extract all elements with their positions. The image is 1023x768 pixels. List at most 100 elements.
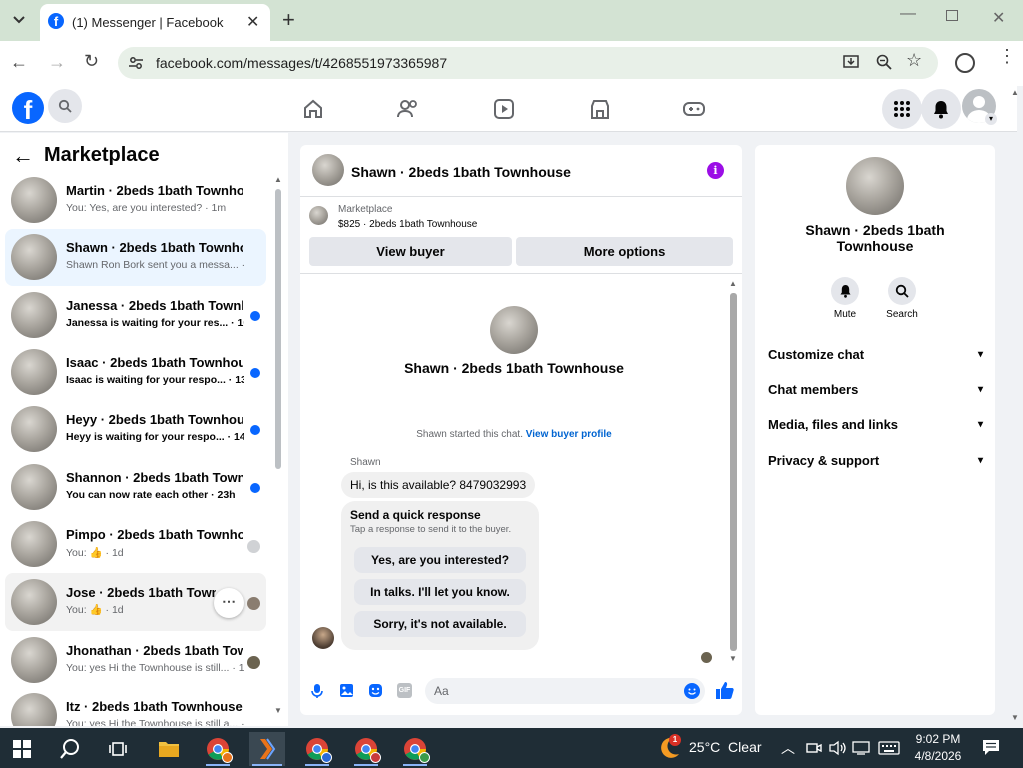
message-input[interactable]: Aa bbox=[425, 678, 705, 704]
gaming-icon[interactable] bbox=[682, 99, 706, 119]
clock[interactable]: 9:02 PM 4/8/2026 bbox=[905, 731, 971, 765]
weather-text[interactable]: 25°C Clear bbox=[689, 739, 762, 755]
more-options-icon[interactable]: ⋯ bbox=[214, 588, 244, 618]
home-icon[interactable] bbox=[302, 98, 324, 120]
network-icon[interactable] bbox=[852, 740, 870, 756]
section-label: Chat members bbox=[768, 382, 859, 397]
menu-dots-icon[interactable]: ⋮ bbox=[998, 47, 1016, 65]
friends-icon[interactable] bbox=[396, 98, 420, 120]
more-options-button[interactable]: More options bbox=[516, 237, 733, 266]
list-scrollbar[interactable]: ▲ ▼ bbox=[274, 175, 282, 715]
listing-price[interactable]: $825 · 2beds 1bath Townhouse bbox=[338, 219, 477, 230]
windows-start-icon[interactable] bbox=[4, 732, 40, 766]
conversation-item[interactable]: Pimpo · 2beds 1bath Townho... You: 👍 · 1… bbox=[5, 519, 266, 573]
conversation-name: Heyy · 2beds 1bath Townhouse bbox=[66, 412, 243, 427]
chat-members-section[interactable]: Chat members ▾ bbox=[768, 382, 983, 397]
customize-chat-section[interactable]: Customize chat ▾ bbox=[768, 347, 983, 362]
conversation-item-active[interactable]: Shawn · 2beds 1bath Townhouse Shawn Ron … bbox=[5, 229, 266, 286]
quick-reply-button[interactable]: Yes, are you interested? bbox=[354, 547, 526, 573]
app-icon-active[interactable] bbox=[249, 732, 285, 766]
conversation-preview: Shawn Ron Bork sent you a messa... · 4h bbox=[66, 259, 244, 271]
site-info-icon[interactable] bbox=[128, 55, 144, 71]
emoji-icon[interactable] bbox=[684, 683, 700, 699]
listing-divider bbox=[300, 273, 742, 274]
keyboard-icon[interactable] bbox=[878, 740, 900, 756]
url-text[interactable]: facebook.com/messages/t/4268551973365987 bbox=[156, 55, 447, 71]
notifications-bell-icon[interactable] bbox=[921, 89, 961, 129]
facebook-logo-icon[interactable]: f bbox=[12, 92, 44, 125]
chat-avatar[interactable] bbox=[312, 154, 344, 186]
quick-reply-button[interactable]: Sorry, it's not available. bbox=[354, 611, 526, 637]
microphone-icon[interactable] bbox=[310, 683, 324, 699]
chat-started-text: Shawn started this chat. bbox=[416, 429, 523, 440]
media-files-section[interactable]: Media, files and links ▾ bbox=[768, 417, 983, 432]
chrome-icon[interactable] bbox=[348, 732, 384, 766]
file-explorer-icon[interactable] bbox=[151, 732, 187, 766]
view-buyer-button[interactable]: View buyer bbox=[309, 237, 512, 266]
conversation-item[interactable]: Jhonathan · 2beds 1bath Tow... You: yes … bbox=[5, 635, 266, 689]
conversation-name: Martin · 2beds 1bath Townhouse bbox=[66, 183, 243, 198]
chrome-icon[interactable] bbox=[397, 732, 433, 766]
profile-icon[interactable] bbox=[955, 53, 975, 73]
incoming-message[interactable]: Hi, is this available? 8479032993 bbox=[341, 472, 536, 498]
minimize-icon[interactable]: — bbox=[900, 5, 916, 23]
photo-icon[interactable] bbox=[339, 683, 354, 698]
weather-icon[interactable]: 1 bbox=[657, 734, 681, 760]
back-icon[interactable]: ← bbox=[10, 52, 28, 73]
conversation-preview: Janessa is waiting for your res... · 10h bbox=[66, 317, 244, 329]
volume-icon[interactable] bbox=[829, 740, 847, 756]
conversation-item[interactable]: Itz · 2beds 1bath Townhouse You: yes Hi … bbox=[5, 691, 266, 726]
window-close-icon[interactable]: ✕ bbox=[992, 8, 1005, 28]
marketplace-icon[interactable] bbox=[589, 98, 611, 120]
quick-reply-button[interactable]: In talks. I'll let you know. bbox=[354, 579, 526, 605]
profile-name: Shawn · 2beds 1bath Townhouse bbox=[404, 360, 624, 376]
conversation-item[interactable]: Isaac · 2beds 1bath Townhouse Isaac is w… bbox=[5, 347, 266, 401]
facebook-favicon-icon: f bbox=[48, 13, 64, 29]
conversation-item-hover[interactable]: Jose · 2beds 1bath Townhouse You: 👍 · 1d… bbox=[5, 573, 266, 631]
gif-icon[interactable]: GIF bbox=[397, 683, 412, 698]
chat-scrollbar[interactable]: ▲ ▼ bbox=[729, 279, 738, 663]
browser-tab[interactable]: f (1) Messenger | Facebook ✕ bbox=[40, 4, 270, 41]
info-icon[interactable]: i bbox=[707, 162, 724, 179]
new-tab-icon[interactable]: + bbox=[282, 7, 295, 33]
page-scroll-up-icon[interactable]: ▲ bbox=[1011, 88, 1019, 97]
task-view-icon[interactable] bbox=[100, 732, 136, 766]
zoom-icon[interactable] bbox=[875, 53, 893, 71]
sticker-icon[interactable] bbox=[368, 683, 383, 698]
conversation-item[interactable]: Janessa · 2beds 1bath Townho... Janessa … bbox=[5, 290, 266, 344]
conversation-name: Janessa · 2beds 1bath Townho... bbox=[66, 298, 243, 313]
tab-search-icon[interactable] bbox=[7, 8, 31, 32]
menu-grid-icon[interactable] bbox=[882, 89, 922, 129]
conversation-item[interactable]: Martin · 2beds 1bath Townhouse You: Yes,… bbox=[5, 175, 266, 229]
notification-center-icon[interactable] bbox=[982, 739, 1000, 756]
install-app-icon[interactable] bbox=[842, 53, 860, 71]
search-chat-icon[interactable] bbox=[888, 277, 916, 305]
chrome-icon[interactable] bbox=[299, 732, 335, 766]
page-scroll-down-icon[interactable]: ▼ bbox=[1011, 713, 1019, 722]
video-icon[interactable] bbox=[493, 98, 515, 120]
chrome-profile-badge-icon bbox=[222, 752, 233, 763]
unread-dot bbox=[250, 368, 260, 378]
back-arrow-icon[interactable]: ← bbox=[12, 143, 34, 169]
chat-title[interactable]: Shawn · 2beds 1bath Townhouse bbox=[351, 164, 571, 180]
chrome-icon[interactable] bbox=[200, 732, 236, 766]
taskbar-search-icon[interactable] bbox=[52, 732, 88, 766]
conversation-preview: You can now rate each other · 23h bbox=[66, 489, 236, 501]
view-buyer-profile-link[interactable]: View buyer profile bbox=[526, 429, 612, 440]
bookmark-star-icon[interactable]: ☆ bbox=[906, 50, 922, 71]
restore-icon[interactable] bbox=[946, 10, 958, 21]
conversation-item[interactable]: Shannon · 2beds 1bath Townh... You can n… bbox=[5, 462, 266, 516]
forward-icon[interactable]: → bbox=[48, 52, 66, 73]
conversation-item[interactable]: Heyy · 2beds 1bath Townhouse Heyy is wai… bbox=[5, 404, 266, 458]
search-icon[interactable] bbox=[48, 89, 82, 123]
close-tab-icon[interactable]: ✕ bbox=[246, 12, 259, 32]
mute-bell-icon[interactable] bbox=[831, 277, 859, 305]
meet-now-icon[interactable] bbox=[806, 740, 822, 756]
sender-avatar[interactable] bbox=[312, 627, 334, 649]
account-chevron-icon[interactable]: ▾ bbox=[985, 113, 997, 125]
address-bar[interactable]: facebook.com/messages/t/4268551973365987… bbox=[118, 47, 938, 79]
show-hidden-icons-chevron-icon[interactable]: ︿ bbox=[781, 738, 795, 758]
reload-icon[interactable]: ↻ bbox=[84, 51, 99, 72]
privacy-support-section[interactable]: Privacy & support ▾ bbox=[768, 453, 983, 468]
like-thumbs-up-icon[interactable] bbox=[715, 681, 734, 700]
